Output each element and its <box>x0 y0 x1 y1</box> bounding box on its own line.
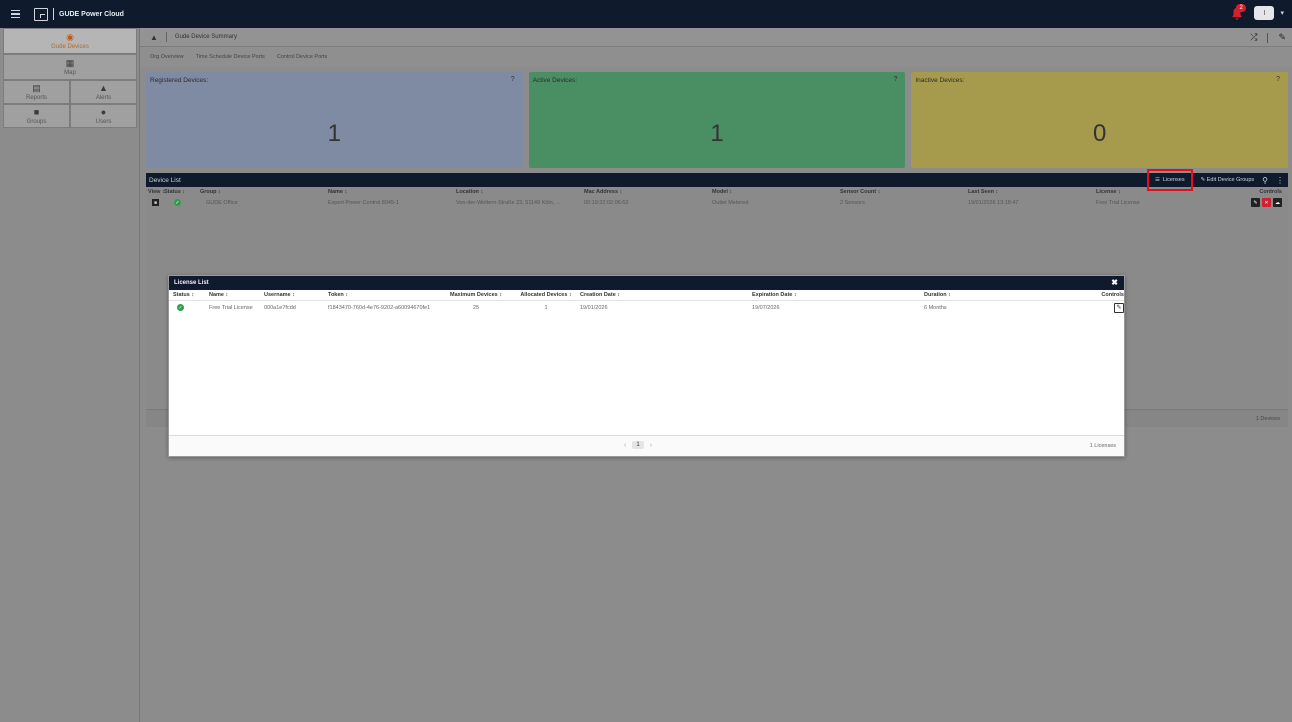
col-group[interactable]: Group ↕ <box>200 189 328 195</box>
col-name[interactable]: Name ↕ <box>328 189 456 195</box>
app-title: GUDE Power Cloud <box>59 10 124 18</box>
pagination: ‹ 1 › <box>624 441 652 449</box>
col-maximum-devices[interactable]: Maximum Devices ↕ <box>440 292 512 298</box>
more-options-icon[interactable]: ⋮ <box>1276 176 1284 185</box>
report-icon: ▤ <box>32 82 41 93</box>
device-table-header: View ↕ Status ↕ Group ↕ Name ↕ Location … <box>146 187 1288 196</box>
delete-icon[interactable]: ✕ <box>1262 198 1271 207</box>
tab-org-overview[interactable]: Org Overview <box>150 54 184 60</box>
sidebar-item-users[interactable]: ● Users <box>70 104 137 128</box>
col-model[interactable]: Model ↕ <box>712 189 840 195</box>
device-list-title: Device List <box>149 176 181 184</box>
chevron-down-icon[interactable]: ▾ <box>1280 9 1284 17</box>
col-mac-address[interactable]: Mac Address ↕ <box>584 189 712 195</box>
list-icon: ☰ <box>1154 176 1160 183</box>
cloud-icon[interactable]: ☁ <box>1273 198 1282 207</box>
license-list-footer: ‹ 1 › 1 Licenses <box>169 435 1124 456</box>
col-expiration-date[interactable]: Expiration Date ↕ <box>752 292 924 298</box>
edit-icon[interactable]: ✎ <box>1251 198 1260 207</box>
notifications-button[interactable]: 2 <box>1230 4 1248 22</box>
col-token[interactable]: Token ↕ <box>328 292 440 298</box>
search-icon[interactable]: ⚲ <box>1262 176 1268 185</box>
table-row[interactable]: ■ ✓ GUDE Office Expert Power Control 804… <box>146 196 1288 209</box>
col-last-seen[interactable]: Last Seen ↕ <box>968 189 1096 195</box>
license-list-modal: License List ✖ Status ↕ Name ↕ Username … <box>168 275 1125 457</box>
user-menu-button[interactable]: I <box>1254 6 1275 20</box>
power-icon: ◉ <box>66 31 74 42</box>
tab-time-schedule[interactable]: Time Schedule Device Ports <box>196 54 265 60</box>
bell-icon: ▲ <box>99 82 108 93</box>
tab-bar: Org Overview Time Schedule Device Ports … <box>140 47 1292 67</box>
col-controls: Controls <box>1101 292 1124 298</box>
users-icon: ● <box>100 106 107 117</box>
col-allocated-devices[interactable]: Allocated Devices ↕ <box>512 292 580 298</box>
col-status[interactable]: Status ↕ <box>164 189 200 195</box>
license-table-header: Status ↕ Name ↕ Username ↕ Token ↕ Maxim… <box>169 290 1124 301</box>
fullscreen-icon[interactable]: ⤮ <box>1250 32 1257 43</box>
help-icon[interactable]: ? <box>1276 76 1280 83</box>
active-devices-count: 1 <box>710 120 724 147</box>
next-page-icon[interactable]: › <box>650 442 652 449</box>
prev-page-icon[interactable]: ‹ <box>624 442 626 449</box>
registered-devices-count: 1 <box>327 120 342 147</box>
active-devices-card: Active Devices: ? 1 <box>528 72 906 168</box>
inactive-devices-count: 0 <box>1093 120 1107 147</box>
sidebar-item-gude-devices[interactable]: ◉ Gude Devices <box>3 28 137 54</box>
page-title: Gude Device Summary <box>174 34 237 40</box>
gude-logo-icon <box>34 7 48 21</box>
inactive-devices-card: Inactive Devices: ? 0 <box>911 72 1289 168</box>
sidebar-item-reports[interactable]: ▤ Reports <box>3 80 70 104</box>
sidebar-item-alerts[interactable]: ▲ Alerts <box>70 80 137 104</box>
view-device-icon[interactable]: ■ <box>152 199 159 206</box>
license-count: 1 Licenses <box>1089 443 1116 449</box>
edit-device-groups-button[interactable]: ✎ Edit Device Groups <box>1201 177 1255 183</box>
col-controls: Controls <box>1259 188 1282 195</box>
col-username[interactable]: Username ↕ <box>264 292 328 298</box>
col-sensor-count[interactable]: Sensor Count ↕ <box>840 189 968 195</box>
notification-count-badge: 2 <box>1236 4 1246 12</box>
sidebar: ◉ Gude Devices ▦ Map ▤ Reports ▲ Alerts … <box>0 28 140 722</box>
menu-icon[interactable] <box>0 0 30 28</box>
edit-icon[interactable]: ✎ <box>1278 32 1286 43</box>
col-name[interactable]: Name ↕ <box>209 292 264 298</box>
tab-control-ports[interactable]: Control Device Ports <box>277 54 327 60</box>
top-bar: GUDE Power Cloud 2 I ▾ <box>0 0 1292 28</box>
groups-icon: ■ <box>33 106 40 117</box>
help-icon[interactable]: ? <box>893 76 897 83</box>
sidebar-item-map[interactable]: ▦ Map <box>3 54 137 80</box>
license-row[interactable]: ✓ Free Trial License 000a1e7fcdd f184347… <box>169 301 1124 314</box>
app-logo[interactable]: GUDE Power Cloud <box>34 7 124 21</box>
col-location[interactable]: Location ↕ <box>456 189 584 195</box>
sidebar-item-groups[interactable]: ■ Groups <box>3 104 70 128</box>
edit-license-icon[interactable]: ✎ <box>1114 302 1124 313</box>
device-icon: ▲ <box>150 32 158 42</box>
col-duration[interactable]: Duration ↕ <box>924 292 1094 298</box>
help-icon[interactable]: ? <box>511 76 515 83</box>
col-creation-date[interactable]: Creation Date ↕ <box>580 292 752 298</box>
map-icon: ▦ <box>65 57 75 68</box>
status-ok-icon: ✓ <box>177 304 184 311</box>
device-count: 1 Devices <box>1255 416 1280 422</box>
breadcrumb: ▲ Gude Device Summary <box>140 28 1292 47</box>
licenses-button[interactable]: ☰ Licenses <box>1146 168 1193 191</box>
status-ok-icon: ✓ <box>174 199 181 206</box>
page-number[interactable]: 1 <box>632 441 644 449</box>
close-icon[interactable]: ✖ <box>1111 278 1118 287</box>
modal-title: License List <box>174 280 209 286</box>
col-view[interactable]: View ↕ <box>146 189 164 195</box>
registered-devices-card: Registered Devices: ? 1 <box>146 72 523 168</box>
col-status[interactable]: Status ↕ <box>173 292 209 298</box>
